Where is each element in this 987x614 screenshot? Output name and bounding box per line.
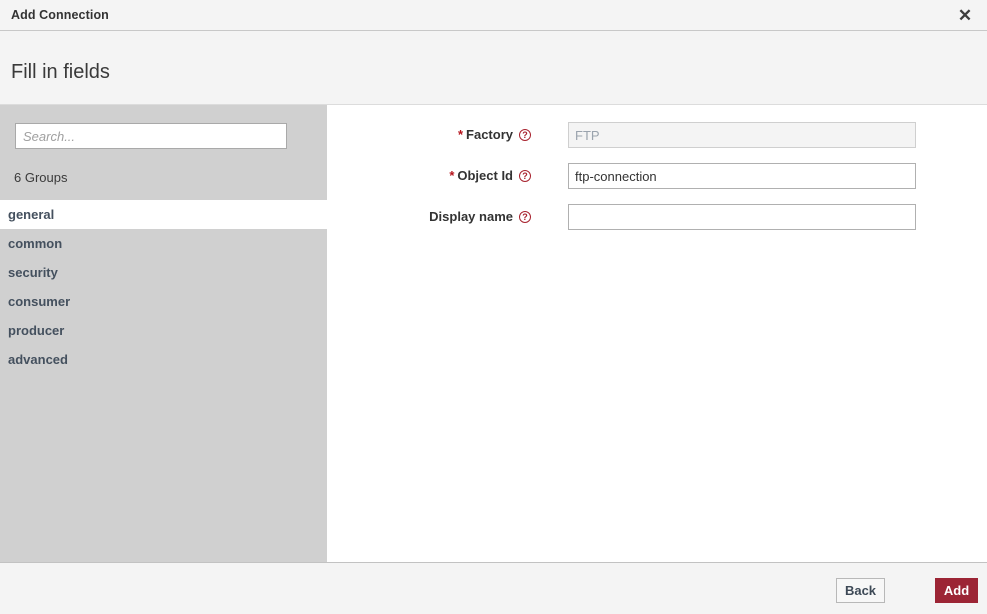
page-title: Fill in fields [11,61,110,83]
close-icon[interactable]: ✕ [952,4,978,28]
add-button[interactable]: Add [935,578,978,603]
window-title: Add Connection [11,8,109,22]
field-row-display-name: Display name? [327,204,987,230]
field-label-text: Display name [429,209,513,224]
field-label-object-id: * Object Id? [327,163,531,189]
groups-sidebar: 6 Groups general common security consume… [0,105,327,562]
back-button[interactable]: Back [836,578,885,603]
sidebar-item-common[interactable]: common [0,229,327,258]
fields-form: *Factory? *Object Id? Display name? [327,105,987,562]
required-marker: * [449,168,455,183]
sidebar-item-consumer[interactable]: consumer [0,287,327,316]
field-label-display-name: Display name? [327,204,531,230]
search-field-wrapper [15,123,287,149]
field-label-text: Factory [466,127,513,142]
field-row-object-id: * Object Id? [327,163,987,189]
help-icon[interactable]: ? [519,170,531,182]
factory-input [568,122,916,148]
sidebar-item-security[interactable]: security [0,258,327,287]
groups-count-label: 6 Groups [14,170,68,185]
required-marker: * [457,127,464,142]
dialog-footer: Back Add [0,562,987,614]
display-name-input[interactable] [568,204,916,230]
group-list: general common security consumer produce… [0,200,327,374]
field-row-factory: * Factory? [327,122,987,148]
sidebar-item-general[interactable]: general [0,200,327,229]
object-id-input[interactable] [568,163,916,189]
field-label-text: Object Id [457,168,513,183]
sidebar-item-producer[interactable]: producer [0,316,327,345]
help-icon[interactable]: ? [519,211,531,223]
dialog-body: 6 Groups general common security consume… [0,105,987,562]
search-input[interactable] [15,123,287,149]
field-label-factory: * Factory? [327,122,531,148]
help-icon[interactable]: ? [519,129,531,141]
wizard-subheader: Fill in fields [0,31,987,105]
window-title-bar: Add Connection ✕ [0,0,987,31]
sidebar-item-advanced[interactable]: advanced [0,345,327,374]
